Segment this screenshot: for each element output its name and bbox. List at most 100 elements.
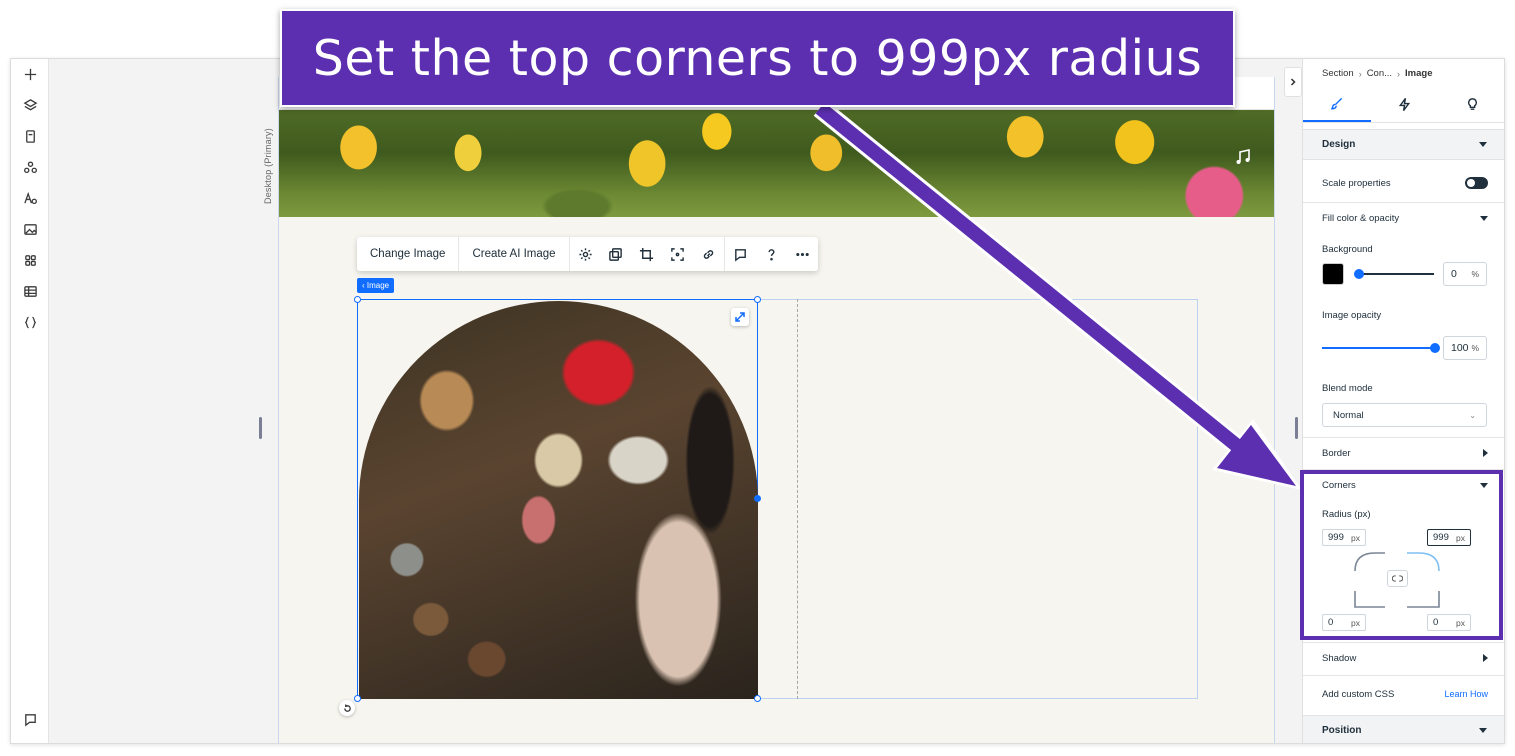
scale-properties-row: Scale properties bbox=[1322, 173, 1488, 193]
text-theme-icon[interactable] bbox=[18, 186, 42, 210]
cms-icon[interactable] bbox=[18, 279, 42, 303]
focal-point-icon[interactable] bbox=[662, 237, 693, 271]
chevron-right-icon: › bbox=[1358, 68, 1362, 79]
image-opacity-knob[interactable] bbox=[1430, 343, 1440, 353]
right-resize-handle[interactable] bbox=[1295, 417, 1298, 439]
divider bbox=[1303, 642, 1504, 643]
apps-icon[interactable] bbox=[18, 248, 42, 272]
resize-handle-right[interactable] bbox=[754, 495, 761, 502]
expand-icon[interactable] bbox=[731, 308, 749, 326]
create-ai-image-button[interactable]: Create AI Image bbox=[459, 237, 570, 271]
image-opacity-label: Image opacity bbox=[1322, 309, 1382, 321]
breadcrumb-container[interactable]: Con... bbox=[1367, 68, 1392, 79]
change-image-button[interactable]: Change Image bbox=[357, 237, 460, 271]
caret-right-icon bbox=[1483, 449, 1488, 457]
resize-handle-top-left[interactable] bbox=[354, 296, 361, 303]
image-element-tag[interactable]: ‹ Image bbox=[357, 278, 395, 293]
collapse-panel-button[interactable] bbox=[1284, 67, 1302, 97]
page-canvas: Change Image Create AI Image ‹ Image bbox=[278, 77, 1275, 743]
inspector-panel: Section › Con... › Image Design Scale pr… bbox=[1302, 59, 1504, 743]
chevron-right-icon: › bbox=[1397, 68, 1401, 79]
blend-mode-label-row: Blend mode bbox=[1322, 378, 1488, 398]
lightbulb-icon bbox=[1467, 97, 1477, 110]
fill-color-opacity-row[interactable]: Fill color & opacity bbox=[1322, 208, 1488, 228]
music-note-icon[interactable] bbox=[1234, 148, 1252, 166]
resize-handle-bottom-right[interactable] bbox=[754, 695, 761, 702]
settings-icon[interactable] bbox=[570, 237, 601, 271]
divider bbox=[1303, 202, 1504, 203]
breadcrumb-current: Image bbox=[1405, 68, 1433, 79]
desktop-primary-label[interactable]: Desktop (Primary) bbox=[263, 128, 273, 204]
position-section-title: Position bbox=[1322, 725, 1362, 736]
instruction-callout: Set the top corners to 999px radius bbox=[280, 9, 1235, 107]
scale-properties-toggle[interactable] bbox=[1465, 177, 1488, 189]
breadcrumb-section[interactable]: Section bbox=[1322, 68, 1354, 79]
layers-icon[interactable] bbox=[18, 93, 42, 117]
percent-unit: % bbox=[1471, 343, 1479, 353]
left-resize-handle[interactable] bbox=[259, 417, 262, 439]
border-row[interactable]: Border bbox=[1322, 443, 1488, 463]
rotate-icon[interactable] bbox=[339, 700, 355, 716]
selected-image-element[interactable] bbox=[357, 299, 758, 699]
divider bbox=[1303, 437, 1504, 438]
background-opacity-track[interactable] bbox=[1358, 273, 1434, 275]
florist-photo[interactable] bbox=[359, 301, 758, 699]
help-icon[interactable] bbox=[756, 237, 787, 271]
crop-icon[interactable] bbox=[631, 237, 662, 271]
screenshot-stage: Desktop (Primary) Change Image Create AI… bbox=[0, 0, 1515, 756]
scale-properties-label: Scale properties bbox=[1322, 177, 1391, 189]
caret-right-icon bbox=[1483, 654, 1488, 662]
chat-icon[interactable] bbox=[18, 707, 42, 731]
empty-column-container[interactable] bbox=[757, 299, 1198, 699]
add-icon[interactable] bbox=[18, 62, 42, 86]
border-label: Border bbox=[1322, 447, 1351, 459]
tulip-banner-image[interactable] bbox=[279, 110, 1274, 217]
divider bbox=[1303, 675, 1504, 676]
image-opacity-input[interactable]: 100 % bbox=[1443, 336, 1487, 360]
lightning-icon bbox=[1398, 97, 1411, 111]
link-icon[interactable] bbox=[693, 237, 724, 271]
caret-down-icon bbox=[1479, 142, 1487, 147]
pages-icon[interactable] bbox=[18, 124, 42, 148]
design-tab[interactable] bbox=[1303, 86, 1371, 122]
background-label-row: Background bbox=[1322, 239, 1488, 259]
image-opacity-track[interactable] bbox=[1322, 347, 1434, 349]
left-toolbar bbox=[11, 59, 49, 743]
caret-down-icon bbox=[1479, 728, 1487, 733]
background-opacity-input[interactable]: 0 % bbox=[1443, 262, 1487, 286]
corners-highlight-box bbox=[1300, 470, 1503, 640]
fill-color-opacity-label: Fill color & opacity bbox=[1322, 212, 1400, 224]
instruction-text: Set the top corners to 999px radius bbox=[312, 29, 1203, 87]
more-actions-icon[interactable] bbox=[787, 237, 818, 271]
percent-unit: % bbox=[1471, 269, 1479, 279]
design-section-header[interactable]: Design bbox=[1303, 129, 1504, 160]
image-opacity-value: 100 bbox=[1451, 342, 1469, 354]
column-guide-line bbox=[797, 299, 798, 699]
custom-css-row: Add custom CSS Learn How bbox=[1322, 684, 1488, 704]
resize-handle-top-right[interactable] bbox=[754, 296, 761, 303]
editor-window: Desktop (Primary) Change Image Create AI… bbox=[10, 58, 1505, 744]
background-color-swatch[interactable] bbox=[1322, 263, 1344, 285]
code-icon[interactable] bbox=[18, 310, 42, 334]
resize-handle-bottom-left[interactable] bbox=[354, 695, 361, 702]
apps-market-icon[interactable] bbox=[18, 155, 42, 179]
shadow-row[interactable]: Shadow bbox=[1322, 648, 1488, 668]
learn-how-link[interactable]: Learn How bbox=[1444, 689, 1488, 699]
chevron-down-icon: ⌄ bbox=[1469, 410, 1476, 420]
add-custom-css-label: Add custom CSS bbox=[1322, 688, 1395, 700]
breadcrumb: Section › Con... › Image bbox=[1322, 68, 1433, 79]
brush-icon bbox=[1331, 97, 1343, 109]
blend-mode-select[interactable]: Normal ⌄ bbox=[1322, 403, 1487, 427]
help-tab[interactable] bbox=[1438, 86, 1504, 122]
design-section-title: Design bbox=[1322, 139, 1356, 150]
background-opacity-value: 0 bbox=[1451, 268, 1457, 280]
interactions-tab[interactable] bbox=[1371, 86, 1439, 122]
comment-icon[interactable] bbox=[725, 237, 756, 271]
blend-mode-label: Blend mode bbox=[1322, 382, 1373, 394]
position-section-header[interactable]: Position bbox=[1303, 715, 1504, 743]
media-icon[interactable] bbox=[18, 217, 42, 241]
canvas-area: Desktop (Primary) Change Image Create AI… bbox=[50, 59, 1304, 743]
background-opacity-knob[interactable] bbox=[1354, 269, 1364, 279]
filters-icon[interactable] bbox=[601, 237, 632, 271]
blend-mode-value: Normal bbox=[1333, 409, 1364, 421]
